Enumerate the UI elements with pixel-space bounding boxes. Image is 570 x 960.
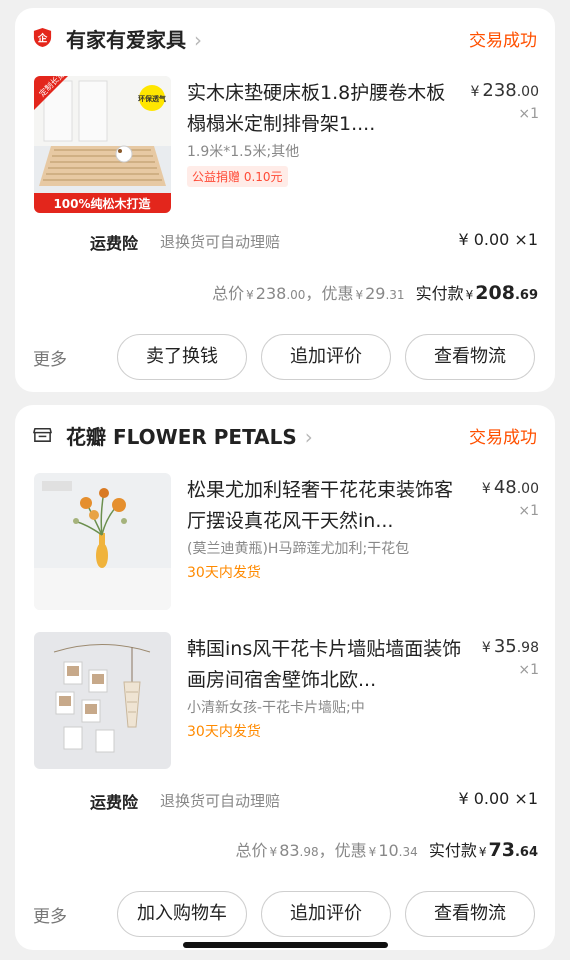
order-status: 交易成功 [469, 31, 537, 51]
product-quantity: ×1 [518, 106, 539, 122]
charity-tag: 公益捐赠 0.10元 [187, 166, 288, 187]
chevron-right-icon: › [304, 425, 313, 449]
order-item[interactable]: 韩国ins风干花卡片墙贴墙面装饰画房间宿舍壁饰北欧... ¥35.98 ×1 小… [15, 632, 555, 772]
product-quantity: ×1 [518, 503, 539, 519]
insurance-price: ¥ 0.00 ×1 [458, 230, 538, 249]
order-total: 总价 ¥238.00，优惠 ¥29.31 实付款 ¥208.69 [212, 282, 538, 304]
insurance-desc: 退换货可自动理赔 [160, 792, 281, 810]
add-review-button[interactable]: 追加评价 [261, 891, 391, 937]
chevron-right-icon: › [194, 28, 202, 52]
order-status: 交易成功 [469, 428, 537, 448]
shipping-insurance-row: 运费险 退换货可自动理赔 ¥ 0.00 ×1 [15, 789, 555, 819]
sell-button[interactable]: 卖了换钱 [117, 334, 247, 380]
product-sku: (莫兰迪黄瓶)H马蹄莲尤加利;干花包 [187, 541, 410, 557]
insurance-label: 运费险 [90, 793, 139, 812]
insurance-desc: 退换货可自动理赔 [160, 233, 281, 251]
view-logistics-button[interactable]: 查看物流 [405, 891, 535, 937]
product-price: ¥48.00 [481, 477, 539, 498]
flower-card-wall-image [34, 632, 171, 769]
bed-board-image: 100%纯松木打造 定制长宽 环保透气 [34, 76, 171, 213]
product-price: ¥238.00 [470, 80, 539, 101]
product-image[interactable]: 100%纯松木打造 定制长宽 环保透气 [34, 76, 171, 213]
add-to-cart-button[interactable]: 加入购物车 [117, 891, 247, 937]
insurance-label: 运费险 [90, 234, 139, 253]
order-card: 企 有家有爱家具 › 交易成功 100%纯松木打造 定制长宽 环保透气 实木床垫… [15, 8, 555, 392]
thumb-banner-text: 100%纯松木打造 [53, 196, 151, 211]
shipping-insurance-row: 运费险 退换货可自动理赔 ¥ 0.00 ×1 [15, 230, 555, 260]
view-logistics-button[interactable]: 查看物流 [405, 334, 535, 380]
insurance-price: ¥ 0.00 ×1 [458, 789, 538, 808]
svg-text:企: 企 [37, 32, 48, 44]
order-item[interactable]: 100%纯松木打造 定制长宽 环保透气 实木床垫硬床板1.8护腰卷木板榻榻米定制… [15, 76, 555, 216]
product-title[interactable]: 韩国ins风干花卡片墙贴墙面装饰画房间宿舍壁饰北欧... [187, 634, 462, 696]
order-total: 总价 ¥83.98，优惠 ¥10.34 实付款 ¥73.64 [235, 839, 538, 861]
thumb-badge-text: 环保透气 [138, 94, 166, 103]
store-icon [33, 428, 52, 442]
product-sku: 1.9米*1.5米;其他 [187, 144, 300, 160]
product-title[interactable]: 实木床垫硬床板1.8护腰卷木板榻榻米定制排骨架1.... [187, 78, 462, 140]
add-review-button[interactable]: 追加评价 [261, 334, 391, 380]
product-title[interactable]: 松果尤加利轻奢干花花束装饰客厅摆设真花风干天然in... [187, 475, 462, 537]
more-button[interactable]: 更多 [33, 902, 67, 927]
tmall-badge-icon: 企 [33, 27, 52, 48]
product-price: ¥35.98 [481, 636, 539, 657]
more-button[interactable]: 更多 [33, 345, 67, 370]
product-sku: 小清新女孩-干花卡片墙贴;中 [187, 700, 365, 716]
shop-name[interactable]: 花瓣 FLOWER PETALS › [66, 421, 313, 450]
product-image[interactable] [34, 473, 171, 610]
home-indicator[interactable] [183, 942, 388, 948]
dried-flower-vase-image [34, 473, 171, 610]
product-image[interactable] [34, 632, 171, 769]
shipping-tag: 30天内发货 [187, 565, 261, 581]
shipping-tag: 30天内发货 [187, 724, 261, 740]
order-item[interactable]: 松果尤加利轻奢干花花束装饰客厅摆设真花风干天然in... ¥48.00 ×1 (… [15, 473, 555, 613]
product-quantity: ×1 [518, 662, 539, 678]
order-card: 花瓣 FLOWER PETALS › 交易成功 松果尤加利轻奢干花花束装饰客厅摆设… [15, 405, 555, 950]
shop-header[interactable]: 花瓣 FLOWER PETALS › 交易成功 [15, 405, 555, 463]
shop-header[interactable]: 企 有家有爱家具 › 交易成功 [15, 8, 555, 66]
shop-name[interactable]: 有家有爱家具 › [66, 24, 202, 53]
